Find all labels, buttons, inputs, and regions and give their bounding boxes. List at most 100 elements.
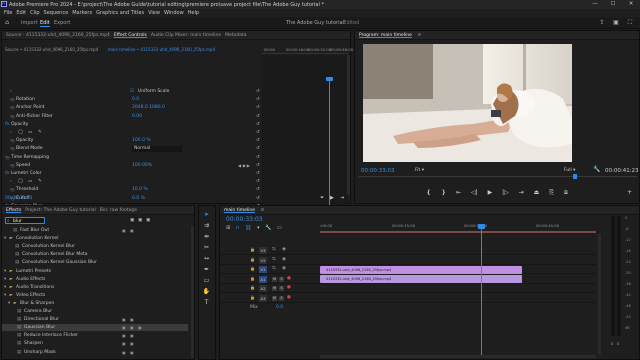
step-back-icon[interactable]: ◁| xyxy=(471,189,478,196)
ripple-edit-tool-icon[interactable]: ⇹ xyxy=(202,232,211,241)
mix-value[interactable]: 0.0 xyxy=(276,305,283,310)
track-lock-icon[interactable]: 🔒 xyxy=(250,266,255,271)
timeline-menu-icon[interactable]: ≡ xyxy=(261,206,265,214)
stopwatch-icon[interactable]: ◷ xyxy=(11,104,15,111)
effect-property-row[interactable]: › Blend Mode ◷ Normal ↺ xyxy=(2,145,262,152)
reset-icon[interactable]: ↺ xyxy=(256,129,260,136)
fx-toggle-icon[interactable]: fx xyxy=(5,170,9,177)
reset-icon[interactable]: ↺ xyxy=(256,162,260,169)
chevron-down-icon[interactable]: ▾ xyxy=(4,284,6,291)
share-icon[interactable]: ⇪ xyxy=(598,19,606,27)
tab-edit[interactable]: Edit xyxy=(40,20,50,27)
add-button-icon[interactable]: + xyxy=(627,189,632,196)
effects-list-item[interactable]: ▤ Convolution Kernel Gaussian Blur xyxy=(2,259,188,266)
eye-icon[interactable]: ◉ xyxy=(282,257,286,262)
chevron-down-icon[interactable]: ▾ xyxy=(4,292,6,299)
mute-button[interactable]: M xyxy=(272,276,277,282)
ec-tab-3[interactable]: Metadata xyxy=(225,31,246,39)
menu-markers[interactable]: Markers xyxy=(72,9,92,17)
meter-solo-button[interactable]: S xyxy=(617,342,619,346)
stopwatch-icon[interactable]: ◷ xyxy=(11,162,15,169)
disclosure-chevron-icon[interactable]: › xyxy=(10,129,12,136)
effect-property-row[interactable]: › Opacity ◷ 100.0 % ↺ xyxy=(2,137,262,144)
fullscreen-icon[interactable]: ⛶ xyxy=(626,19,634,27)
effects-list-item[interactable]: ▤ Directional Blur ▣ ▣ xyxy=(2,316,188,323)
selection-tool-icon[interactable]: ➤ xyxy=(202,210,211,219)
property-value[interactable]: 0.00 xyxy=(132,113,142,120)
property-value[interactable]: 100.00% xyxy=(132,162,152,169)
blend-mode-select[interactable]: Normal xyxy=(132,145,182,152)
filter-icon[interactable]: ⏷ xyxy=(320,195,324,201)
effect-property-row[interactable]: › Threshold ◷ 10.0 % ↺ xyxy=(2,186,262,193)
ec-timecode[interactable]: 00:00:33:03 xyxy=(5,196,32,201)
effects-tab-1[interactable]: Project: The Adobe Guy tutorial xyxy=(25,206,95,214)
effects-list-item[interactable]: ▤ Convolution Kernel Blur xyxy=(2,243,188,250)
disclosure-chevron-icon[interactable]: › xyxy=(10,178,12,185)
sequence-clip-label[interactable]: main timeline • 4115332-uhd_4096_2160_25… xyxy=(108,47,215,52)
menu-view[interactable]: View xyxy=(148,9,160,17)
stopwatch-icon[interactable]: ◷ xyxy=(11,186,15,193)
rectangle-tool-icon[interactable]: ▭ xyxy=(202,276,211,285)
maximize-button[interactable]: ☐ xyxy=(604,0,622,9)
effects-folder[interactable]: ▾ ▰ Video Effects xyxy=(2,292,188,299)
razor-tool-icon[interactable]: ✂ xyxy=(202,243,211,252)
timeline-clip-v1[interactable]: 4115332-uhd_4096_2160_25fps.mp4 xyxy=(320,265,522,274)
chevron-down-icon[interactable]: ▾ xyxy=(4,268,6,275)
pen-tool-icon[interactable]: ✒ xyxy=(202,265,211,274)
menu-clip[interactable]: Clip xyxy=(30,9,39,17)
effects-list-item[interactable]: ▤ Sharpen ▣ ▣ xyxy=(2,340,188,347)
timeline-clip-a1[interactable]: 4115332-uhd_4096_2160_25fps.mp4 xyxy=(320,275,522,283)
uniform-scale-checkbox[interactable]: ☑ xyxy=(130,88,134,95)
linked-selection-icon[interactable]: ⛓ xyxy=(245,225,251,231)
close-button[interactable]: ✕ xyxy=(622,0,640,9)
reset-icon[interactable]: ↺ xyxy=(256,88,260,95)
effect-controls-ruler[interactable]: 00:00 00:00:16:00 00:00:32:00 00:00:48:00 xyxy=(262,46,353,54)
reset-icon[interactable]: ↺ xyxy=(256,113,260,120)
chevron-down-icon[interactable]: ▾ xyxy=(8,300,10,307)
voiceover-mic-icon[interactable]: ● xyxy=(287,295,291,300)
tab-export[interactable]: Export xyxy=(54,20,70,26)
timeline-timecode[interactable]: 00:00:33:03 xyxy=(226,216,263,223)
play-audio-icon[interactable]: ▶ xyxy=(330,195,334,201)
mark-in-icon[interactable]: ❴ xyxy=(426,189,431,196)
solo-button[interactable]: S xyxy=(279,295,284,301)
track-lock-icon[interactable]: 🔒 xyxy=(250,295,255,300)
property-value[interactable]: 0.0 xyxy=(132,96,139,103)
extract-icon[interactable]: ⎘ xyxy=(549,189,554,196)
timeline-settings-icon[interactable]: 🔧 xyxy=(265,225,271,231)
track-target-button[interactable]: A1 xyxy=(259,275,267,283)
sync-lock-icon[interactable]: ⇆ xyxy=(272,266,276,271)
effects-folder[interactable]: ▾ ▰ Blur & Sharpen xyxy=(2,300,188,307)
stopwatch-icon[interactable]: ◷ xyxy=(11,145,15,152)
pen-mask-icon[interactable]: ✎ xyxy=(38,129,42,136)
quality-dropdown[interactable]: Full ▾ xyxy=(564,168,575,173)
effects-list-item[interactable]: ▤ Unsharp Mask ▣ ▣ xyxy=(2,349,188,356)
effect-property-row[interactable]: › ☑ Uniform Scale ↺ xyxy=(2,88,262,95)
effects-search-box[interactable]: ⌕ blur xyxy=(5,217,45,224)
effect-property-row[interactable]: fx Opacity ↺ xyxy=(2,121,262,128)
stopwatch-icon[interactable]: ◷ xyxy=(11,137,15,144)
timeline-vertical-scrollbar[interactable] xyxy=(598,234,601,354)
reset-icon[interactable]: ↺ xyxy=(256,195,260,202)
effects-list-item[interactable]: ▤ Convolution Kernel Blur Meta xyxy=(2,251,188,258)
sync-lock-icon[interactable]: ⇆ xyxy=(272,247,276,252)
type-tool-icon[interactable]: T xyxy=(202,298,211,307)
property-value[interactable]: 10.0 % xyxy=(132,186,148,193)
timeline-playhead-handle[interactable] xyxy=(478,224,485,229)
property-value[interactable]: 100.0 % xyxy=(132,137,151,144)
reset-icon[interactable]: ↺ xyxy=(256,96,260,103)
export-icon[interactable]: ⇥ xyxy=(340,195,344,201)
program-scrub-bar[interactable] xyxy=(359,176,637,177)
menu-file[interactable]: File xyxy=(4,9,12,17)
effects-search-input[interactable]: blur xyxy=(13,219,22,224)
mark-out-icon[interactable]: ❵ xyxy=(441,189,446,196)
effect-property-row[interactable]: › Time Remapping ◷ ↺ xyxy=(2,154,262,161)
play-icon[interactable]: ▶ xyxy=(488,189,493,196)
fit-dropdown[interactable]: Fit ▾ xyxy=(415,168,424,173)
ec-scrollbar[interactable] xyxy=(347,55,350,195)
voiceover-mic-icon[interactable]: ● xyxy=(287,285,291,290)
track-select-tool-icon[interactable]: ⇉ xyxy=(202,221,211,230)
program-menu-icon[interactable]: ≡ xyxy=(418,31,422,39)
effects-list-item[interactable]: ▤ Camera Blur xyxy=(2,308,188,315)
fx-toggle-icon[interactable]: fx xyxy=(5,121,9,128)
